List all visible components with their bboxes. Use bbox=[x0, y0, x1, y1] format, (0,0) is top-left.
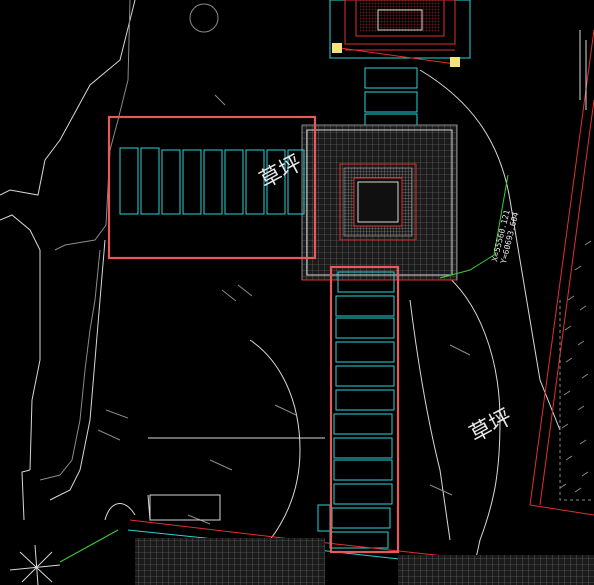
top-pavilion bbox=[329, 0, 471, 67]
central-plaza bbox=[301, 124, 458, 281]
cad-drawing-canvas[interactable]: X=55560.121 Y=60693.604 草坪 草坪 bbox=[0, 0, 594, 585]
leader-line-sw bbox=[59, 529, 119, 563]
highlight-box-west-path[interactable] bbox=[107, 115, 317, 260]
lawn-label-lower: 草坪 bbox=[466, 405, 517, 448]
lawn-label-upper: 草坪 bbox=[256, 151, 307, 194]
building-outline bbox=[0, 0, 219, 521]
column-marker bbox=[450, 57, 460, 67]
stepping-stones-south bbox=[317, 271, 395, 549]
column-marker bbox=[332, 43, 342, 53]
east-boundary bbox=[529, 29, 594, 516]
planting-hatch bbox=[559, 240, 592, 493]
tree-circle bbox=[189, 3, 219, 33]
tree-symbol bbox=[9, 544, 61, 585]
stepping-stones-upper bbox=[364, 67, 418, 135]
